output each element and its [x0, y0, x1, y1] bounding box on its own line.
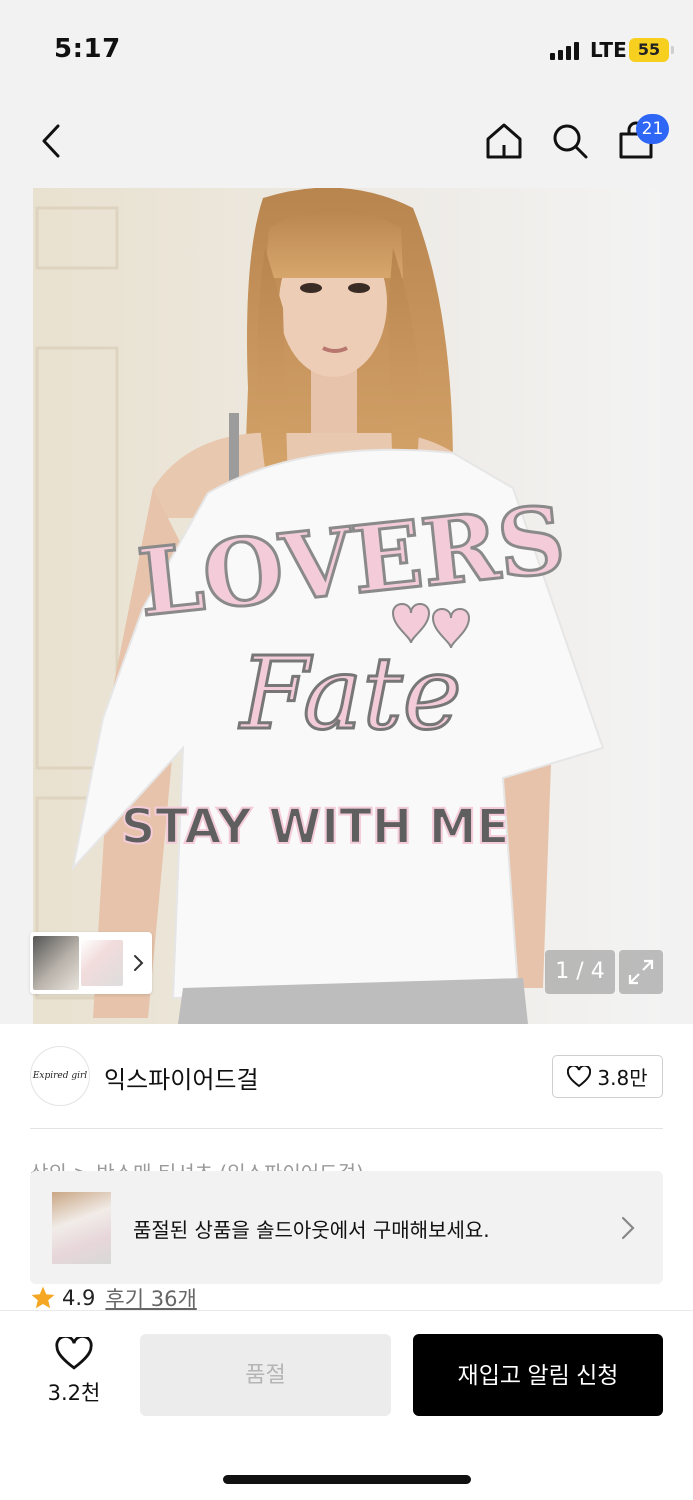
product-photo[interactable]: LOVERS Fate STAY WITH ME: [33, 188, 660, 1024]
home-button[interactable]: [480, 117, 528, 165]
banner-product-thumbnail: [52, 1192, 111, 1264]
search-button[interactable]: [546, 117, 594, 165]
chevron-right-icon: [134, 955, 144, 971]
product-gallery[interactable]: LOVERS Fate STAY WITH ME 1 / 4: [0, 188, 693, 1024]
top-nav: [0, 95, 693, 188]
shirt-print-middle: Fate: [238, 635, 462, 752]
gallery-page-counter: 1 / 4: [545, 950, 615, 994]
divider: [30, 1128, 663, 1129]
chevron-right-icon: [621, 1216, 635, 1240]
wishlist-button[interactable]: 3.2천: [38, 1335, 110, 1407]
search-icon: [553, 124, 588, 159]
soldout-button[interactable]: 품절: [140, 1334, 391, 1416]
brand-logo[interactable]: Expired girl: [30, 1046, 90, 1106]
signal-icon: [550, 42, 579, 60]
rating-score: 4.9: [62, 1286, 96, 1310]
status-time: 5:17: [54, 34, 121, 64]
bottom-action-bar: 3.2천 품절 재입고 알림 신청: [0, 1310, 693, 1500]
gallery-thumbnail[interactable]: [33, 936, 79, 990]
soldout-banner[interactable]: 품절된 상품을 솔드아웃에서 구매해보세요.: [30, 1171, 663, 1284]
fullscreen-button[interactable]: [619, 950, 663, 994]
back-button[interactable]: [28, 117, 76, 165]
battery-icon: 55: [629, 38, 674, 62]
brand-row[interactable]: Expired girl 익스파이어드걸 3.8만: [0, 1024, 693, 1129]
cart-count-badge: 21: [636, 114, 669, 144]
star-icon: [31, 1286, 55, 1309]
shirt-print-bottom: STAY WITH ME: [121, 799, 510, 855]
brand-name[interactable]: 익스파이어드걸: [104, 1060, 259, 1095]
heart-icon: [55, 1335, 93, 1370]
banner-text: 품절된 상품을 솔드아웃에서 구매해보세요.: [133, 1218, 490, 1242]
home-icon: [486, 123, 522, 159]
brand-like-button[interactable]: 3.8만: [552, 1055, 663, 1098]
status-bar: 5:17 LTE 55: [0, 0, 693, 95]
heart-icon: [567, 1065, 592, 1087]
brand-like-count: 3.8만: [597, 1066, 648, 1090]
rating-row[interactable]: 4.9 후기 36개: [30, 1283, 197, 1313]
wishlist-count: 3.2천: [47, 1381, 101, 1405]
product-image: LOVERS Fate STAY WITH ME: [33, 188, 660, 1024]
restock-alert-button[interactable]: 재입고 알림 신청: [413, 1334, 663, 1416]
gallery-thumbnail[interactable]: [81, 940, 123, 986]
network-label: LTE: [590, 38, 627, 62]
review-count-link[interactable]: 후기 36개: [105, 1283, 196, 1313]
gallery-thumbnail-strip[interactable]: [30, 932, 152, 994]
expand-icon: [628, 959, 654, 985]
chevron-left-icon: [42, 124, 60, 158]
home-indicator[interactable]: [223, 1475, 471, 1484]
